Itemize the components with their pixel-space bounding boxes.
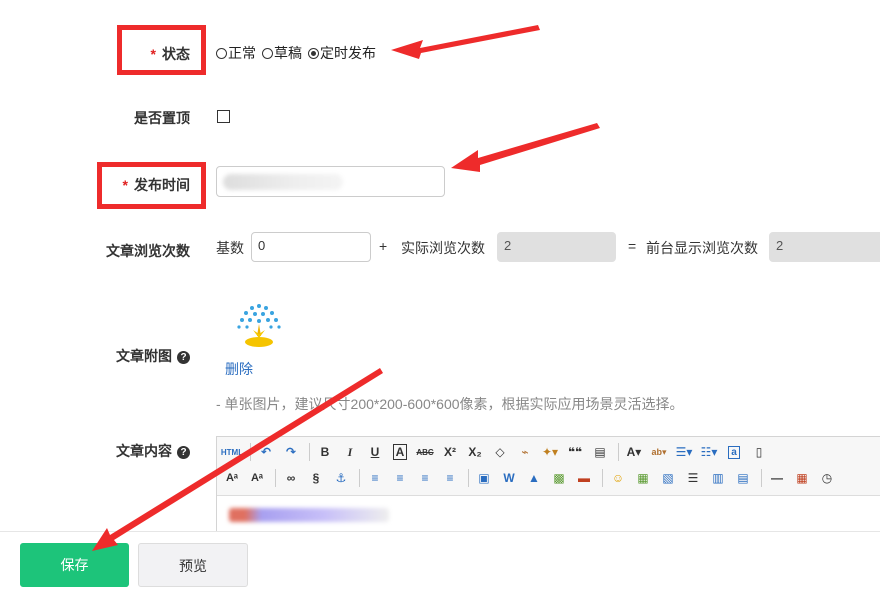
arrow-to-status xyxy=(391,25,540,59)
annotation-arrows xyxy=(92,25,600,551)
arrow-to-save xyxy=(92,368,383,551)
arrow-to-publish-time xyxy=(451,123,600,172)
